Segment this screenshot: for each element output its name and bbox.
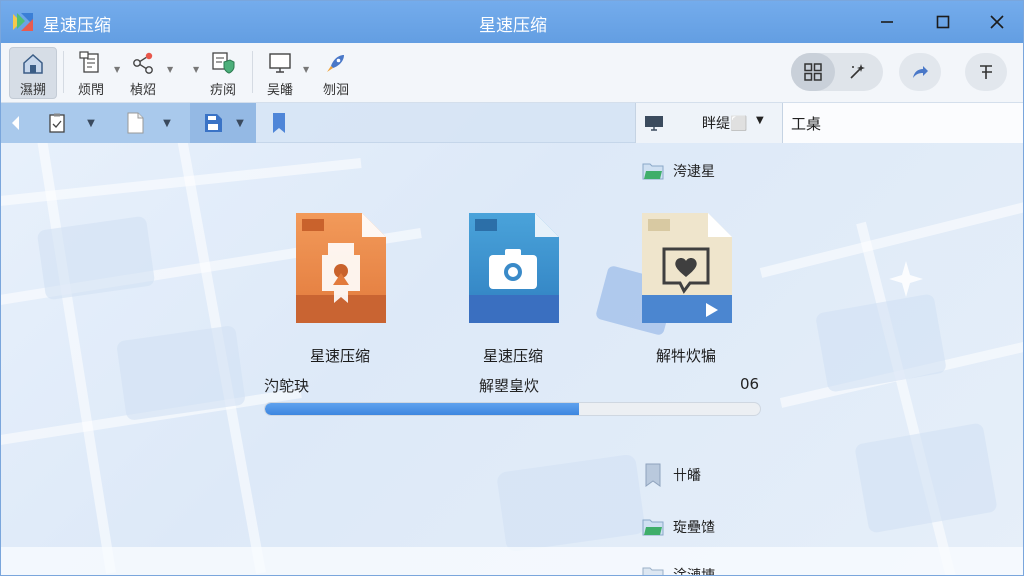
divider [252, 51, 253, 93]
share-arrow-icon [913, 66, 928, 78]
divider [63, 51, 64, 93]
chevron-down-icon: ▼ [87, 117, 95, 129]
progress-status-label: 解曌皇炊 [479, 377, 540, 395]
tool-label: 烦閇 [77, 83, 104, 98]
clipboard-button[interactable] [39, 103, 75, 143]
title-bar: 星速压缩 星速压缩 [1, 1, 1023, 43]
magic-icon [850, 64, 865, 79]
tool-launch[interactable]: 刎洄 [312, 47, 360, 99]
save-button[interactable]: ▼ [190, 103, 256, 143]
view-select-label: 眫缇⬜ [702, 116, 748, 132]
progress-value: 06 [740, 375, 760, 393]
minimize-button[interactable] [859, 1, 915, 43]
clipboard-icon [49, 113, 65, 133]
file-name: 星速压缩 [309, 347, 370, 365]
monitor-icon [269, 53, 291, 73]
grid-view-icon [804, 63, 822, 81]
bookmark-icon [641, 463, 665, 487]
search-field-container [782, 103, 1023, 143]
document-add-icon [79, 51, 99, 73]
chevron-down-icon: ▼ [163, 117, 171, 129]
shield-check-icon [212, 52, 235, 74]
tool-label: 刎洄 [322, 83, 349, 98]
side-item-label: 淦漣埬 [673, 568, 715, 576]
tool-new-document[interactable]: 烦閇 [67, 47, 115, 99]
side-item[interactable]: 淦漣埬 [641, 564, 715, 576]
camera-file-icon [469, 213, 559, 323]
bottom-strip [1, 547, 1023, 575]
tool-label: 濕搠 [19, 83, 46, 98]
green-folder-icon [641, 516, 665, 538]
main-content: 星速压缩 星速压缩 解牪炊犏 汋鸵玦 解曌皇炊 06 洿逮星 卄皤 琁疉馇 淦漣… [1, 143, 1023, 576]
maximize-icon [936, 15, 950, 29]
view-toggle [791, 53, 883, 91]
progress-fill [265, 403, 580, 415]
app-window: 星速压缩 星速压缩 濕搠 烦閇 ▼ 楨炤 ▼ ▼ 疠阅 吴皤 ▼ 刎洄 ▼ ▼ … [0, 0, 1024, 576]
side-item[interactable]: 卄皤 [641, 463, 701, 487]
monitor-icon [645, 116, 663, 131]
green-folder-icon [641, 160, 665, 182]
file-name: 解牪炊犏 [655, 347, 716, 365]
chevron-down-icon: ▼ [756, 115, 764, 126]
clipboard-dropdown[interactable]: ▼ [79, 103, 103, 143]
bookmark-icon [273, 113, 285, 133]
file-card[interactable]: 星速压缩 [453, 211, 573, 366]
new-file-dropdown[interactable]: ▼ [155, 103, 179, 143]
settings-button[interactable] [965, 53, 1007, 91]
tool-label: 吴皤 [266, 83, 293, 98]
side-item-label: 洿逮星 [673, 164, 715, 180]
share-button[interactable] [899, 53, 941, 91]
tool-label: 楨炤 [129, 83, 156, 98]
rocket-icon [327, 55, 344, 72]
file-card[interactable]: 星速压缩 [280, 211, 400, 366]
app-logo-icon [13, 13, 33, 31]
nav-group: ▼ ▼ ▼ [1, 103, 256, 143]
save-file-icon [205, 114, 223, 132]
minimize-icon [881, 21, 893, 23]
progress-left-label: 汋鸵玦 [264, 377, 310, 395]
tool-monitor[interactable]: 吴皤 [256, 47, 304, 99]
toolbar: 濕搠 烦閇 ▼ 楨炤 ▼ ▼ 疠阅 吴皤 ▼ 刎洄 [1, 43, 1023, 103]
chevron-down-icon[interactable]: ▼ [167, 65, 173, 74]
chevron-down-icon[interactable]: ▼ [303, 65, 309, 74]
chevron-down-icon: ▼ [236, 117, 244, 129]
close-button[interactable] [969, 1, 1023, 43]
side-item[interactable]: 琁疉馇 [641, 516, 715, 538]
blank-page-icon [127, 112, 144, 134]
file-name: 星速压缩 [482, 347, 543, 365]
folder-icon [641, 564, 665, 575]
tool-home[interactable]: 濕搠 [9, 47, 57, 99]
bookmark-button[interactable] [267, 103, 291, 143]
chevron-left-icon [12, 116, 19, 130]
home-icon [23, 53, 43, 74]
side-item[interactable]: 洿逮星 [641, 160, 715, 182]
grid-view-button[interactable] [791, 53, 835, 91]
file-card[interactable]: 解牪炊犏 [626, 211, 746, 366]
tool-share[interactable]: 楨炤 [119, 47, 167, 99]
tool-label: 疠阅 [209, 83, 236, 98]
search-input[interactable] [783, 103, 1023, 143]
tool-protect[interactable]: 疠阅 [199, 47, 247, 99]
address-bar: ▼ ▼ ▼ 眫缇⬜ ▼ [1, 103, 1023, 143]
new-file-button[interactable] [117, 103, 153, 143]
share-icon [133, 52, 153, 74]
close-icon [990, 15, 1004, 29]
video-file-icon [642, 213, 732, 323]
back-button[interactable] [1, 103, 31, 143]
view-select[interactable]: 眫缇⬜ ▼ [635, 103, 782, 143]
side-item-label: 琁疉馇 [673, 520, 715, 536]
app-name: 星速压缩 [43, 16, 111, 36]
magic-button[interactable] [835, 53, 879, 91]
maximize-button[interactable] [915, 1, 971, 43]
progress-bar [264, 402, 761, 416]
orange-archive-icon [296, 213, 386, 323]
settings-icon [980, 65, 992, 79]
side-item-label: 卄皤 [673, 468, 701, 484]
